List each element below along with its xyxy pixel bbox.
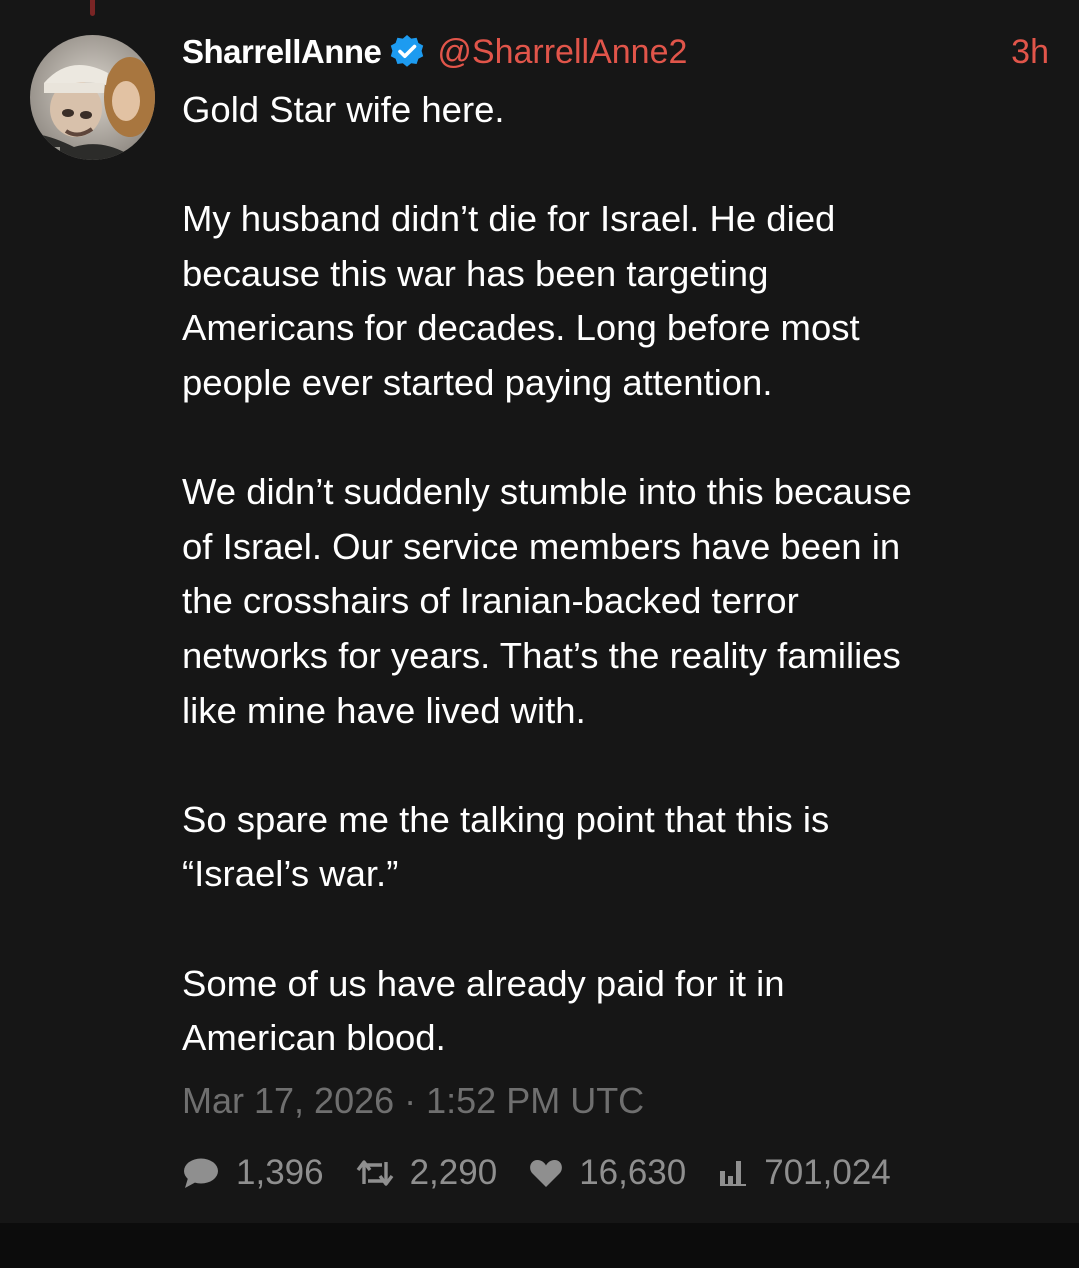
- retweet-count: 2,290: [409, 1153, 498, 1192]
- comment-icon: [184, 1158, 218, 1188]
- author-handle[interactable]: @SharrellAnne2: [437, 33, 687, 72]
- views-stat[interactable]: 701,024: [718, 1153, 891, 1193]
- retweet-stat[interactable]: 2,290: [356, 1153, 498, 1193]
- tweet-stats-bar: 1,396 2,290 16,630 701,024: [182, 1148, 923, 1198]
- reply-count: 1,396: [236, 1153, 324, 1192]
- tweet-time-ago[interactable]: 3h: [1011, 33, 1049, 72]
- like-count: 16,630: [579, 1153, 687, 1192]
- author-display-name[interactable]: SharrellAnne: [182, 33, 382, 71]
- retweet-icon: [356, 1160, 393, 1186]
- views-count: 701,024: [764, 1153, 891, 1192]
- like-stat[interactable]: 16,630: [529, 1153, 686, 1193]
- footer-bar: [0, 1223, 1079, 1268]
- verified-badge-icon: [389, 34, 425, 70]
- tweet-timestamp[interactable]: Mar 17, 2026 · 1:52 PM UTC: [182, 1080, 644, 1122]
- profile-avatar[interactable]: [30, 35, 155, 160]
- bar-chart-icon: [720, 1161, 747, 1186]
- reply-stat[interactable]: 1,396: [182, 1153, 324, 1193]
- tweet-header: SharrellAnne @SharrellAnne2 3h: [182, 30, 1049, 74]
- tweet-text: Gold Star wife here. My husband didn’t d…: [182, 89, 912, 1059]
- thread-connector-line: [90, 0, 95, 16]
- heart-icon: [530, 1160, 563, 1187]
- avatar-image: [30, 35, 155, 160]
